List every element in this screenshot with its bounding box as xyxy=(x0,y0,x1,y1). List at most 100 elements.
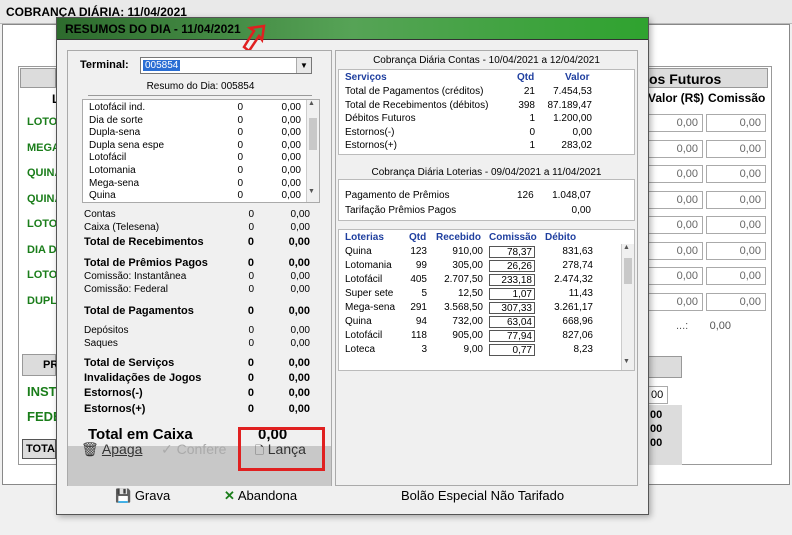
summary-valor: 0,00 xyxy=(290,222,310,233)
summary-qtd: 0 xyxy=(248,338,254,349)
scroll-down-icon[interactable]: ▼ xyxy=(308,188,315,195)
bg-right-input-value: 00 xyxy=(651,389,664,401)
games-scrollbar[interactable]: ▲ ▼ xyxy=(306,100,319,202)
summary-valor: 0,00 xyxy=(288,372,310,384)
col-valor: Valor xyxy=(565,72,590,83)
tarifacao-valor: 0,00 xyxy=(571,205,591,216)
resumos-dialog: RESUMOS DO DIA - 11/04/2021 Terminal: 00… xyxy=(56,17,649,515)
bg-comissao-field[interactable]: 0,00 xyxy=(706,267,766,285)
bg-valor-field[interactable]: 0,00 xyxy=(648,165,703,183)
abandona-button[interactable]: ✕ Abandona xyxy=(224,488,297,504)
summary-row: Depósitos 0 0,00 xyxy=(82,325,310,338)
bg-comissao-field[interactable]: 0,00 xyxy=(706,165,766,183)
bg-header-left xyxy=(20,68,56,88)
loterias-scrollbar[interactable]: ▲ ▼ xyxy=(621,244,634,370)
game-valor: 0,00 xyxy=(281,177,301,189)
terminal-select[interactable]: 005854 ▼ xyxy=(140,57,312,74)
loteria-name: Mega-sena xyxy=(345,302,396,313)
summary-label: Contas xyxy=(84,209,116,220)
loteria-recebido: 305,00 xyxy=(452,260,483,271)
game-name: Lotofácil ind. xyxy=(89,102,146,113)
col-loterias: Loterias xyxy=(345,232,384,243)
game-valor: 0,00 xyxy=(281,190,301,202)
scroll-up-icon[interactable]: ▲ xyxy=(623,244,630,251)
loteria-debito: 668,96 xyxy=(562,316,593,327)
resumo-label: Resumo do Dia: 005854 xyxy=(146,81,255,92)
bg-tota-label: TOTA xyxy=(26,443,55,455)
loterias-row: Quina 94 732,00 63,04 668,96 xyxy=(339,316,634,329)
loteria-debito: 278,74 xyxy=(562,260,593,271)
loteria-comissao-field[interactable]: 78,37 xyxy=(489,246,535,258)
bg-comissao-field[interactable]: 0,00 xyxy=(706,190,766,209)
contas-qtd: 1 xyxy=(529,140,535,151)
loteria-qtd: 405 xyxy=(410,274,427,285)
scroll-up-icon[interactable]: ▲ xyxy=(308,100,315,107)
contas-valor: 1.200,00 xyxy=(553,113,592,124)
loteria-name: Quina xyxy=(345,316,372,327)
loteria-debito: 8,23 xyxy=(573,344,593,355)
scroll-thumb[interactable] xyxy=(309,118,317,150)
summary-row: Comissão: Instantânea 0 0,00 xyxy=(82,271,310,284)
bg-total-value: ...: 0,00 xyxy=(676,320,732,332)
bg-comissao-field[interactable]: 0,00 xyxy=(706,241,766,260)
loteria-comissao-field[interactable]: 233,18 xyxy=(489,274,535,286)
contas-servico: Total de Pagamentos (créditos) xyxy=(345,86,484,97)
game-qtd: 0 xyxy=(237,114,243,126)
list-item[interactable]: Dupla-sena 0 0,00 xyxy=(83,127,305,140)
summary-row: Comissão: Federal 0 0,00 xyxy=(82,284,310,297)
loteria-name: Lotofácil xyxy=(345,330,383,341)
dialog-title-bar[interactable]: RESUMOS DO DIA - 11/04/2021 xyxy=(57,18,648,40)
loteria-comissao-field[interactable]: 63,04 xyxy=(489,316,535,328)
bg-valor-field[interactable]: 0,00 xyxy=(648,114,703,132)
bg-comissao-field[interactable]: 0,00 xyxy=(706,139,766,158)
list-item[interactable]: Lotofácil 0 0,00 xyxy=(83,152,305,165)
bg-right-val-3: 00 xyxy=(650,437,663,449)
col-comissao: Comissão xyxy=(489,232,537,243)
bg-valor-field[interactable]: 0,00 xyxy=(648,241,703,260)
apaga-button[interactable]: 🗑 Apaga xyxy=(81,441,142,458)
bg-valor-field[interactable]: 0,00 xyxy=(648,292,703,311)
game-name: Lotofácil xyxy=(89,152,127,164)
game-valor: 0,00 xyxy=(281,152,301,164)
bg-game-name: LOTO xyxy=(27,116,58,128)
game-valor: 0,00 xyxy=(281,114,301,126)
bg-valor-field[interactable]: 0,00 xyxy=(648,139,703,158)
loteria-name: Lotomania xyxy=(345,260,392,271)
list-item[interactable]: Quina 0 0,00 xyxy=(83,190,305,202)
bg-comissao-field[interactable]: 0,00 xyxy=(706,114,766,132)
bg-comissao-field[interactable]: 0,00 xyxy=(706,216,766,234)
loteria-comissao-field[interactable]: 26,26 xyxy=(489,260,535,272)
loteria-comissao-field[interactable]: 307,33 xyxy=(489,302,535,314)
bg-valor-field[interactable]: 0,00 xyxy=(648,190,703,209)
list-item[interactable]: Dia de sorte 0 0,00 xyxy=(83,115,305,128)
loteria-comissao-field[interactable]: 77,94 xyxy=(489,330,535,342)
apaga-label: Apaga xyxy=(101,441,143,457)
list-item[interactable]: Lotomania 0 0,00 xyxy=(83,165,305,178)
loteria-recebido: 3.568,50 xyxy=(444,302,483,313)
summary-label: Total de Pagamentos xyxy=(84,305,194,317)
bg-valor-field[interactable]: 0,00 xyxy=(648,267,703,285)
contas-row: Estornos(+) 1 283,02 xyxy=(339,140,634,153)
scroll-down-icon[interactable]: ▼ xyxy=(623,358,630,365)
scroll-thumb[interactable] xyxy=(624,258,632,284)
grava-button[interactable]: 💾 Grava xyxy=(115,488,170,504)
summary-qtd: 0 xyxy=(247,357,254,369)
loteria-recebido: 9,00 xyxy=(463,344,483,355)
summary-qtd: 0 xyxy=(247,305,254,317)
summary-qtd: 0 xyxy=(248,325,254,336)
bg-valor-field[interactable]: 0,00 xyxy=(648,216,703,234)
list-item[interactable]: Mega-sena 0 0,00 xyxy=(83,178,305,191)
loteria-comissao-field[interactable]: 1,07 xyxy=(489,288,535,300)
chevron-down-icon[interactable]: ▼ xyxy=(296,58,311,73)
list-item[interactable]: Lotofácil ind. 0 0,00 xyxy=(83,102,305,115)
loteria-comissao-field[interactable]: 0,77 xyxy=(489,344,535,356)
loterias-row: Quina 123 910,00 78,37 831,63 xyxy=(339,246,634,259)
game-name: Lotomania xyxy=(89,165,136,176)
summary-qtd: 0 xyxy=(248,284,254,295)
games-list[interactable]: Lotofácil ind. 0 0,00 Dia de sorte 0 0,00 Dupl… xyxy=(82,99,320,203)
bg-right-input[interactable]: 00 xyxy=(648,386,668,404)
game-name: Dupla sena espe xyxy=(89,139,165,151)
list-item[interactable]: Dupla sena espe 0 0,00 xyxy=(83,140,305,153)
bg-comissao-field[interactable]: 0,00 xyxy=(706,292,766,311)
confere-button[interactable]: ✓ Confere xyxy=(161,441,226,458)
